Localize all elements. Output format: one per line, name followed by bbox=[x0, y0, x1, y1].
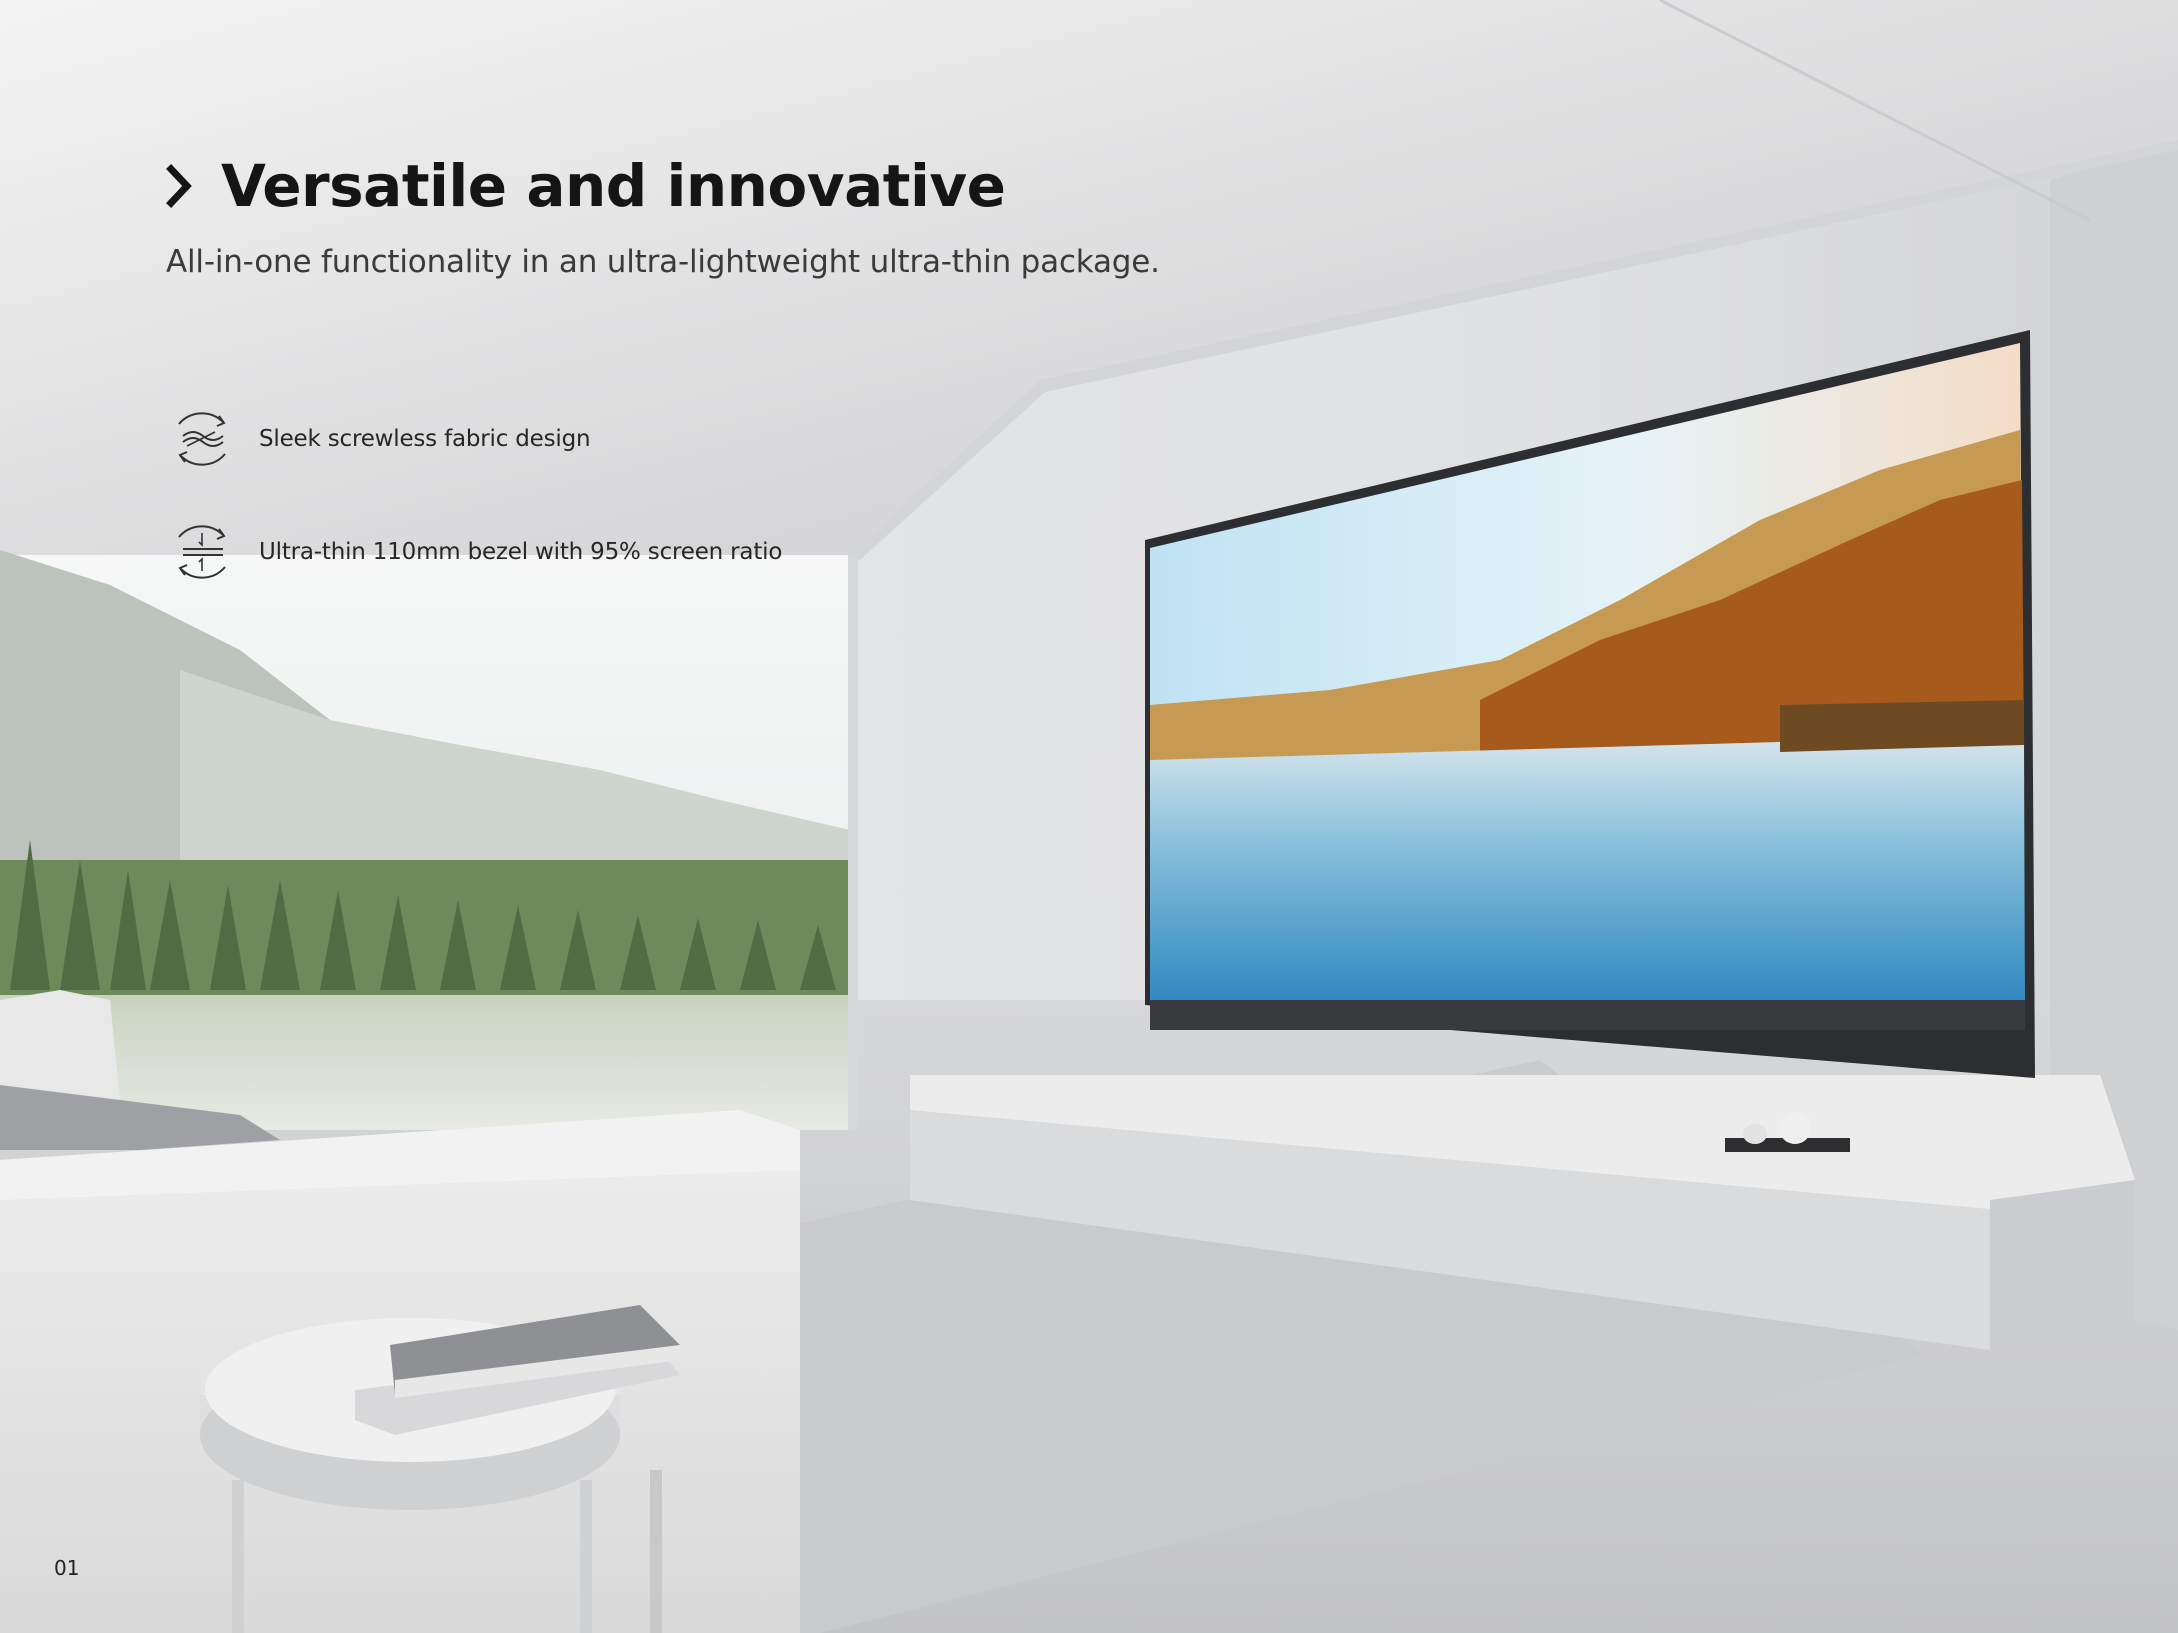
page-title: Versatile and innovative bbox=[221, 152, 1006, 220]
page-number: 01 bbox=[54, 1556, 80, 1580]
fabric-rotate-icon bbox=[178, 412, 226, 466]
feature-label: Sleek screwless fabric design bbox=[259, 426, 591, 452]
feature-item-bezel: Ultra-thin 110mm bezel with 95% screen r… bbox=[165, 515, 782, 589]
thin-bezel-icon bbox=[178, 525, 226, 579]
chevron-right-icon bbox=[166, 164, 192, 208]
page-heading: Versatile and innovative bbox=[165, 152, 1006, 220]
feature-label: Ultra-thin 110mm bezel with 95% screen r… bbox=[259, 539, 783, 565]
page-subtitle: All-in-one functionality in an ultra-lig… bbox=[166, 244, 1160, 280]
feature-item-fabric: Sleek screwless fabric design bbox=[165, 402, 591, 476]
